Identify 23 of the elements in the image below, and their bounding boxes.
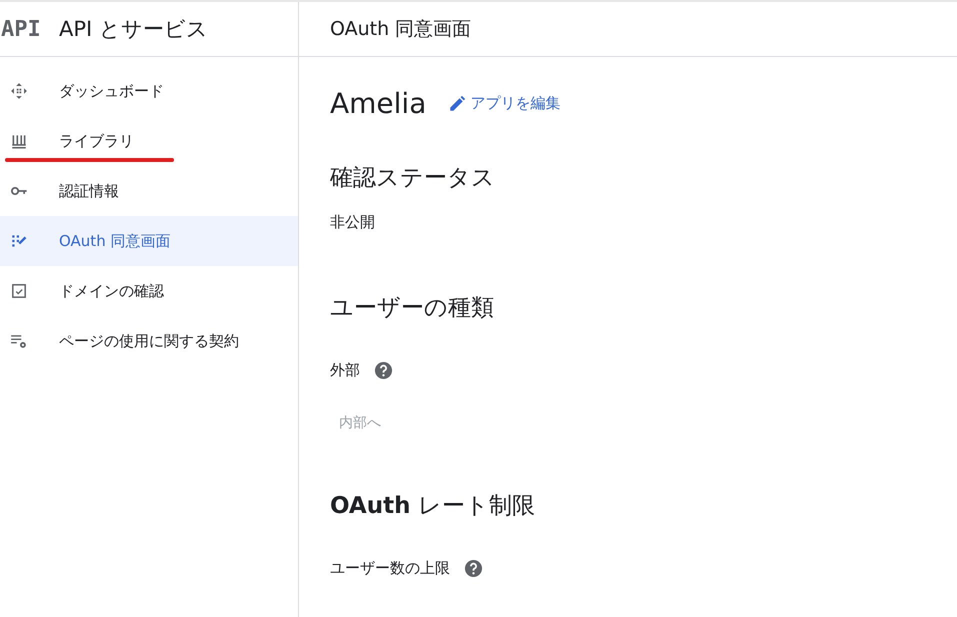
checkbox-icon [10,282,28,300]
pencil-icon [448,94,466,112]
section-heading: ユーザーの種類 [330,294,494,323]
product-title: API とサービス [59,16,208,43]
sidebar-item[interactable]: ダッシュボード [0,66,298,116]
sidebar-item[interactable]: OAuth 同意画面 [0,216,298,266]
field-label: 外部 [330,361,360,380]
edit-app-link[interactable]: アプリを編集 [448,94,560,113]
sidebar-item[interactable]: ドメインの確認 [0,266,298,316]
help-icon[interactable] [374,361,393,380]
app-name: Amelia [330,87,426,120]
list-gear-icon [10,332,28,350]
sidebar-item[interactable]: ライブラリ [0,116,298,166]
section-heading: OAuth レート制限 [330,492,535,521]
section-heading: 確認ステータス [330,164,495,193]
sidebar-item[interactable]: 認証情報 [0,166,298,216]
status-value: 非公開 [330,213,375,232]
logo: API [1,16,42,42]
sidebar-item[interactable]: ページの使用に関する契約 [0,316,298,366]
help-icon[interactable] [464,559,483,578]
page-title: OAuth 同意画面 [330,17,472,42]
dashboard-icon [10,82,28,100]
field-label: ユーザー数の上限 [330,559,450,578]
